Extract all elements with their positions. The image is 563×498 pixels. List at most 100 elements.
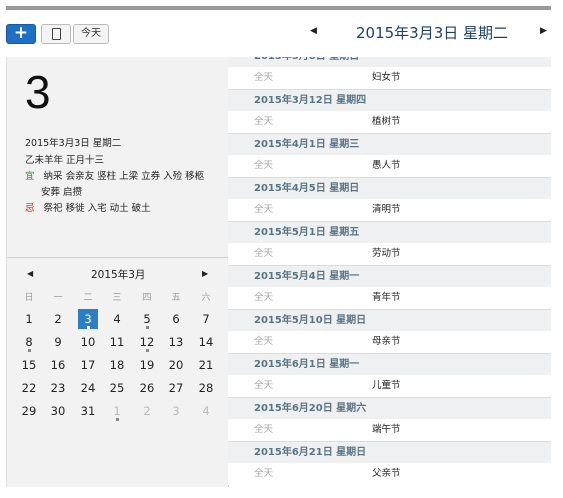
calendar-day[interactable]: 13 (166, 332, 186, 352)
allday-label: 全天 (254, 380, 274, 391)
event-name: 青年节 (372, 292, 401, 303)
weekday-header: 一 (53, 293, 63, 303)
calendar-day-number: 8 (25, 335, 33, 349)
event-name: 儿童节 (372, 380, 401, 391)
calendar-day[interactable]: 21 (196, 355, 216, 375)
calendar-day-number: 3 (84, 312, 92, 326)
calendar-day[interactable]: 9 (48, 332, 68, 352)
event-name: 父亲节 (372, 468, 401, 479)
calendar-day[interactable]: 10 (78, 332, 98, 352)
calendar-day[interactable]: 20 (166, 355, 186, 375)
event-date-header: 2015年6月20日 星期六 (228, 397, 551, 419)
allday-label: 全天 (254, 160, 274, 171)
calendar-day[interactable]: 15 (19, 355, 39, 375)
event-date-header: 2015年5月4日 星期一 (228, 265, 551, 287)
calendar-day[interactable]: 18 (107, 355, 127, 375)
event-row[interactable]: 全天 青年节 (228, 287, 551, 309)
calendar-day-selected[interactable]: 3 (78, 309, 98, 329)
calendar-day-next-month[interactable]: 4 (196, 401, 216, 421)
calendar-day[interactable]: 24 (78, 378, 98, 398)
weekday-header: 四 (142, 293, 152, 303)
toolbar: + 今天 ◀ 2015年3月3日 星期二 ▶ (6, 22, 551, 48)
event-row[interactable]: 全天 儿童节 (228, 375, 551, 397)
calendar-day[interactable]: 23 (48, 378, 68, 398)
calendar-day[interactable]: 16 (48, 355, 68, 375)
allday-label: 全天 (254, 336, 274, 347)
prev-day-button[interactable]: ◀ (310, 26, 317, 36)
event-row[interactable]: 全天 愚人节 (228, 155, 551, 177)
allday-label: 全天 (254, 468, 274, 479)
event-name: 端午节 (372, 424, 401, 435)
calendar-day[interactable]: 19 (137, 355, 157, 375)
calendar-day-next-month[interactable]: 3 (166, 401, 186, 421)
date-line: 2015年3月3日 星期二 (25, 138, 122, 149)
yi-items: 纳采 会亲友 竖柱 上梁 立券 入殓 移柩 (43, 171, 205, 182)
calendar-day[interactable]: 14 (196, 332, 216, 352)
calendar-day-number: 5 (143, 312, 151, 326)
yi-row: 宜 纳采 会亲友 竖柱 上梁 立券 入殓 移柩 (25, 168, 204, 182)
calendar-day[interactable]: 26 (137, 378, 157, 398)
calendar-day[interactable]: 25 (107, 378, 127, 398)
calendar-day-next-month[interactable]: 1 (107, 401, 127, 421)
calendar-day-number: 12 (139, 335, 155, 349)
event-marker (87, 326, 90, 329)
event-name: 母亲节 (372, 336, 401, 347)
calendar-day[interactable]: 1 (19, 309, 39, 329)
event-date-header: 2015年6月21日 星期日 (228, 441, 551, 463)
mini-calendar-next-button[interactable]: ▶ (202, 269, 208, 278)
ji-row: 忌 祭祀 移徙 入宅 动土 破土 (25, 200, 151, 214)
event-row[interactable]: 全天 妇女节 (228, 67, 551, 89)
event-row[interactable]: 全天 父亲节 (228, 463, 551, 485)
event-name: 植树节 (372, 116, 401, 127)
event-date-header: 2015年6月1日 星期一 (228, 353, 551, 375)
calendar-day-next-month[interactable]: 2 (137, 401, 157, 421)
event-marker (28, 349, 31, 352)
calendar-day[interactable]: 29 (19, 401, 39, 421)
calendar-day[interactable]: 22 (19, 378, 39, 398)
calendar-day-number: 1 (113, 404, 121, 418)
event-row[interactable]: 全天 植树节 (228, 111, 551, 133)
top-border (6, 6, 551, 10)
allday-label: 全天 (254, 292, 274, 303)
calendar-day[interactable]: 6 (166, 309, 186, 329)
calendar-day[interactable]: 11 (107, 332, 127, 352)
calendar-day[interactable]: 5 (137, 309, 157, 329)
allday-label: 全天 (254, 424, 274, 435)
event-name: 清明节 (372, 204, 401, 215)
panel-divider (7, 257, 228, 258)
allday-label: 全天 (254, 116, 274, 127)
calendar-day[interactable]: 2 (48, 309, 68, 329)
today-button[interactable]: 今天 (73, 24, 109, 44)
event-date-header: 2015年5月1日 星期五 (228, 221, 551, 243)
event-name: 妇女节 (372, 72, 401, 83)
event-date-header: 2015年3月12日 星期四 (228, 89, 551, 111)
calendar-day[interactable]: 8 (19, 332, 39, 352)
big-day-number: 3 (25, 66, 51, 118)
calendar-day[interactable]: 28 (196, 378, 216, 398)
weekday-header: 六 (201, 293, 211, 303)
weekday-header: 二 (83, 293, 93, 303)
event-date-header: 2015年5月10日 星期日 (228, 309, 551, 331)
mini-calendar-prev-button[interactable]: ◀ (27, 269, 33, 278)
calendar-day[interactable]: 30 (48, 401, 68, 421)
yi-items-continued: 安葬 启攒 (41, 187, 83, 198)
mobile-view-button[interactable] (41, 24, 71, 44)
ji-items: 祭祀 移徙 入宅 动土 破土 (43, 203, 151, 214)
calendar-day[interactable]: 27 (166, 378, 186, 398)
event-marker (116, 418, 119, 421)
calendar-day[interactable]: 17 (78, 355, 98, 375)
event-row[interactable]: 全天 清明节 (228, 199, 551, 221)
calendar-day[interactable]: 31 (78, 401, 98, 421)
allday-label: 全天 (254, 204, 274, 215)
event-date-header: 2015年3月8日 星期日 (228, 57, 551, 67)
calendar-day[interactable]: 4 (107, 309, 127, 329)
weekday-header: 五 (171, 293, 181, 303)
event-row[interactable]: 全天 母亲节 (228, 331, 551, 353)
calendar-day[interactable]: 7 (196, 309, 216, 329)
mini-calendar-title: 2015年3月 (91, 269, 146, 281)
event-row[interactable]: 全天 劳动节 (228, 243, 551, 265)
next-day-button[interactable]: ▶ (540, 26, 547, 36)
calendar-day[interactable]: 12 (137, 332, 157, 352)
add-event-button[interactable]: + (6, 24, 36, 44)
event-row[interactable]: 全天 端午节 (228, 419, 551, 441)
